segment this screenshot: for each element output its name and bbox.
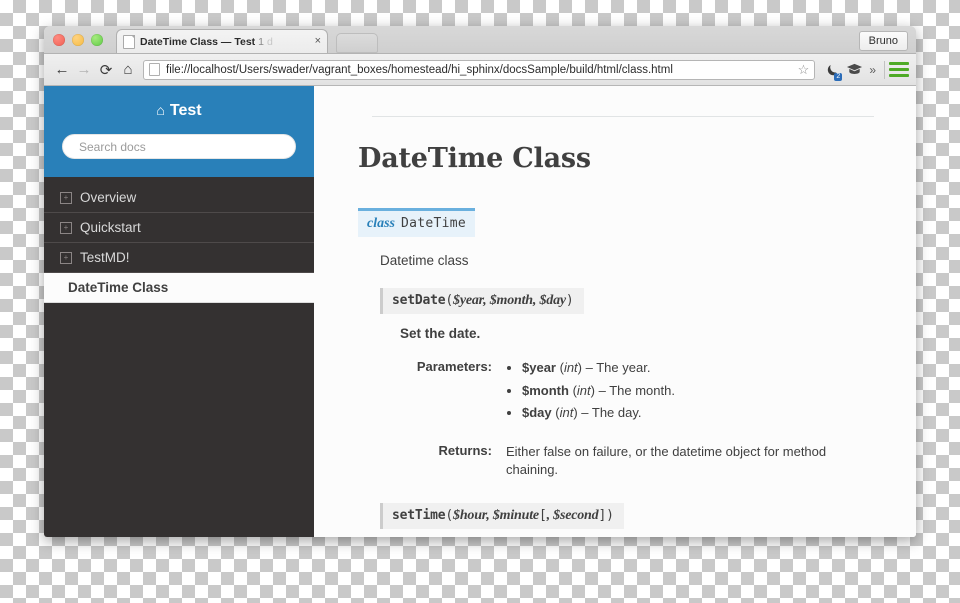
sidebar-item-label: TestMD! — [80, 250, 130, 265]
expand-icon[interactable]: + — [60, 221, 72, 234]
home-icon: ⌂ — [156, 102, 165, 118]
method-open-paren: ( — [445, 293, 454, 308]
class-name: DateTime — [401, 216, 467, 231]
browser-window: DateTime Class — Test 1 d × ← → ⟳ ⌂ file… — [44, 26, 916, 537]
profile-button[interactable]: Bruno — [858, 31, 908, 51]
method-close-paren: ) — [565, 293, 574, 308]
mortarboard-icon[interactable] — [843, 59, 865, 81]
field-label-parameters: Parameters: — [416, 359, 492, 374]
home-icon[interactable]: ⌂ — [117, 59, 139, 81]
forward-icon[interactable]: → — [73, 59, 95, 81]
sidebar-header: ⌂ Test — [44, 86, 314, 177]
sidebar-item-testmd[interactable]: + TestMD! — [44, 242, 314, 272]
moon-icon-badge: 2 — [834, 72, 843, 81]
param-type: int — [563, 360, 578, 375]
reload-icon[interactable]: ⟳ — [95, 59, 117, 81]
sidebar-item-quickstart[interactable]: + Quickstart — [44, 212, 314, 242]
method-signature-setdate: setDate($year, $month, $day) — [380, 288, 584, 314]
toolbar-overflow-button[interactable]: » — [865, 63, 880, 77]
sidebar-nav: + Overview + Quickstart + TestMD! DateTi… — [44, 177, 314, 303]
method-field-list: Parameters: $year (int) – The year. $mon… — [400, 359, 874, 495]
sidebar-item-overview[interactable]: + Overview — [44, 183, 314, 212]
tab-title-suffix: 1 — [258, 35, 265, 48]
method-body-setdate: Set the date. Parameters: $year (int) – … — [380, 326, 874, 495]
toolbar-divider — [884, 60, 885, 79]
class-keyword: class — [367, 216, 395, 231]
hamburger-menu-icon[interactable] — [889, 59, 909, 81]
method-close-paren: ) — [606, 508, 614, 524]
docs-sidebar: ⌂Test + Overview + Quickstart + TestMD! — [44, 86, 314, 537]
param-name: $month — [522, 382, 569, 398]
param-type: int — [559, 405, 574, 421]
param-desc: – The year. — [582, 360, 651, 375]
sidebar-item-label: DateTime Class — [68, 280, 169, 295]
minimize-window-button[interactable] — [72, 34, 84, 46]
new-tab-button[interactable] — [336, 33, 378, 53]
page-title: DateTime Class — [358, 143, 591, 174]
list-item: $year (int) – The year. — [522, 359, 874, 377]
class-description: Datetime class — [380, 253, 469, 268]
method-params: $year, $month, $day — [453, 293, 566, 308]
breadcrumb-divider — [372, 116, 874, 117]
method-name: setDate — [392, 293, 446, 308]
param-type: int — [576, 382, 591, 398]
method-optional-close: ] — [598, 508, 607, 524]
bookmark-star-icon[interactable]: ☆ — [798, 62, 810, 78]
method-optional-open: [ — [538, 508, 547, 524]
search-input[interactable] — [77, 138, 281, 155]
sidebar-brand-label: Test — [169, 102, 202, 119]
param-desc: – The month. — [594, 382, 675, 398]
field-value-returns: Either false on failure, or the datetime… — [506, 443, 874, 495]
tab-title-faint: d — [267, 35, 273, 48]
param-name: $year — [522, 360, 556, 375]
method-open-paren: ( — [445, 508, 454, 524]
method-params: $hour, $minute — [453, 508, 539, 524]
browser-tab-active[interactable]: DateTime Class — Test 1 d × — [116, 29, 328, 53]
parameter-list: $year (int) – The year. $month (int) – T… — [506, 359, 874, 422]
docs-content: DateTime Class class DateTime Datetime cl… — [314, 86, 916, 537]
method-optional-params: , $second — [546, 508, 599, 524]
field-row-parameters: Parameters: $year (int) – The year. $mon… — [400, 359, 874, 443]
sidebar-item-label: Overview — [80, 190, 137, 205]
list-item: $month (int) – The month. — [522, 382, 874, 400]
close-tab-icon[interactable]: × — [309, 36, 321, 47]
param-desc: – The day. — [577, 405, 642, 421]
back-icon[interactable]: ← — [51, 59, 73, 81]
address-bar[interactable]: file://localhost/Users/swader/vagrant_bo… — [143, 59, 816, 80]
class-body: Datetime class setDate($year, $month, $d… — [358, 253, 874, 537]
close-window-button[interactable] — [53, 34, 65, 46]
sidebar-brand[interactable]: ⌂ Test — [62, 102, 296, 120]
url-text: file://localhost/Users/swader/vagrant_bo… — [166, 63, 673, 76]
search-box[interactable] — [62, 134, 296, 159]
sidebar-item-datetime-class[interactable]: DateTime Class — [44, 272, 314, 303]
method-name: setTime — [392, 508, 446, 524]
window-controls — [53, 34, 103, 46]
url-page-icon — [149, 63, 160, 76]
class-signature: class DateTime — [358, 208, 476, 237]
moon-icon[interactable]: 2 — [821, 59, 843, 81]
expand-icon[interactable]: + — [60, 191, 72, 204]
expand-icon[interactable]: + — [60, 251, 72, 264]
param-name: $day — [522, 405, 552, 421]
field-row-returns: Returns: Either false on failure, or the… — [400, 443, 874, 495]
zoom-window-button[interactable] — [91, 34, 103, 46]
returns-text: Either false on failure, or the datetime… — [506, 443, 827, 477]
field-value-parameters: $year (int) – The year. $month (int) – T… — [506, 359, 874, 443]
list-item: $day (int) – The day. — [522, 404, 874, 422]
tab-strip: DateTime Class — Test 1 d × — [44, 26, 916, 54]
tab-title: DateTime Class — Test — [140, 35, 256, 48]
method-signature-settime: setTime($hour, $minute[, $second]) — [380, 503, 624, 530]
browser-toolbar: ← → ⟳ ⌂ file://localhost/Users/swader/va… — [44, 31, 916, 86]
method-description: Set the date. — [400, 326, 481, 341]
page-viewport: ⌂Test + Overview + Quickstart + TestMD! — [44, 86, 916, 537]
field-label-returns: Returns: — [438, 442, 492, 458]
sidebar-item-label: Quickstart — [80, 220, 141, 235]
page-icon — [123, 34, 135, 49]
